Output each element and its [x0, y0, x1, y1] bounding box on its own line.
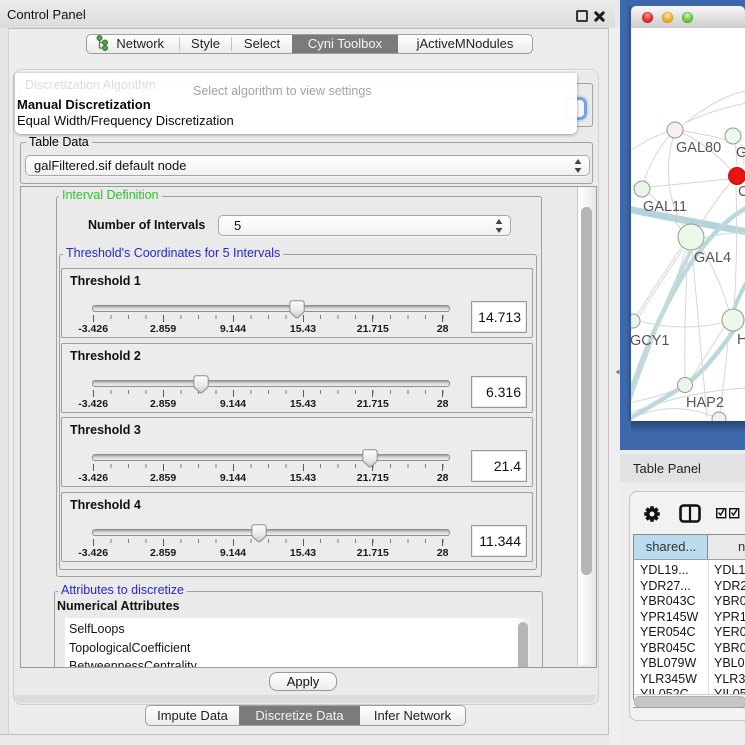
svg-text:GCY1: GCY1 [631, 333, 670, 349]
svg-text:GAL11: GAL11 [643, 199, 687, 215]
svg-text:CDC19: CDC19 [738, 184, 745, 200]
svg-text:GAL3: GAL3 [736, 145, 745, 161]
svg-text:GAL80: GAL80 [676, 140, 721, 156]
svg-text:HAP2: HAP2 [686, 395, 724, 411]
svg-text:HIS4: HIS4 [737, 332, 745, 348]
svg-text:GAL4: GAL4 [694, 250, 731, 266]
